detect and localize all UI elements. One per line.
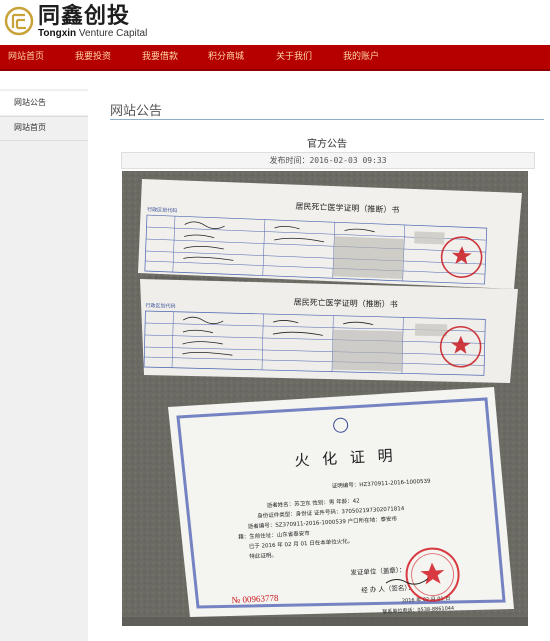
main-nav: 网站首页 我要投资 我要借款 积分商城 关于我们 我的账户 (0, 45, 550, 71)
publish-time-bar: 发布时间：2016-02-03 09:33 (121, 152, 535, 169)
document-photo: 居民死亡医学证明（推断）书 行政区划代码 注：此证明为医疗机构出具的死亡推断，须… (122, 171, 528, 626)
site-header: 同鑫创投 Tongxin Venture Capital (0, 0, 550, 44)
divider (0, 140, 88, 141)
nav-item-home[interactable]: 网站首页 (8, 45, 44, 69)
sidebar-item-announcements[interactable]: 网站公告 (0, 91, 88, 115)
brand-tagline: Tongxin Venture Capital (38, 28, 148, 39)
cert2-label: 行政区划代码 (145, 302, 175, 310)
notice-title: 官方公告 (307, 139, 347, 150)
nav-item-borrow[interactable]: 我要借款 (142, 45, 178, 69)
nav-item-account[interactable]: 我的账户 (343, 45, 379, 69)
logo-icon[interactable] (4, 6, 34, 36)
title-underline (110, 119, 544, 120)
sidebar: 网站公告 网站首页 (0, 89, 88, 641)
cremation-certificate: 火 化 证 明 证明编号：HZ370911-2016-1000539 逝者姓名：… (168, 387, 514, 617)
nav-item-about[interactable]: 关于我们 (276, 45, 312, 69)
publish-label: 发布时间： (269, 156, 310, 165)
nav-item-points-mall[interactable]: 积分商城 (208, 45, 244, 69)
publish-time: 2016-02-03 09:33 (309, 156, 387, 165)
notice-photo: 居民死亡医学证明（推断）书 行政区划代码 注：此证明为医疗机构出具的死亡推断，须… (122, 171, 528, 626)
death-certificate-2: 居民死亡医学证明（推断）书 行政区划代码 (140, 279, 518, 383)
sidebar-item-home[interactable]: 网站首页 (0, 116, 88, 140)
cert1-label: 行政区划代码 (147, 206, 177, 214)
brand-name[interactable]: 同鑫创投 (38, 4, 130, 30)
page-title: 网站公告 (110, 104, 163, 119)
nav-item-invest[interactable]: 我要投资 (75, 45, 111, 69)
